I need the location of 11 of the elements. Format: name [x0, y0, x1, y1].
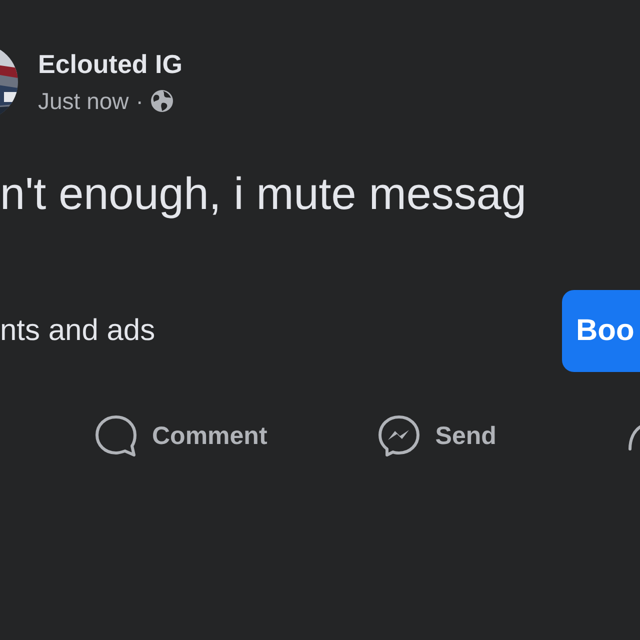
globe-icon[interactable] [150, 89, 174, 113]
book-button[interactable]: Boo [562, 290, 640, 372]
comment-button[interactable]: Comment [94, 414, 268, 458]
author-name[interactable]: Eclouted IG [38, 49, 182, 79]
separator-dot: · [136, 87, 144, 115]
link-caption: nts and ads [0, 313, 156, 349]
speech-bubble-icon [94, 414, 138, 458]
messenger-icon [377, 414, 422, 458]
post-time[interactable]: Just now [38, 87, 129, 115]
post-text: n't enough, i mute messag [0, 167, 528, 221]
send-button[interactable]: Send [377, 414, 496, 458]
